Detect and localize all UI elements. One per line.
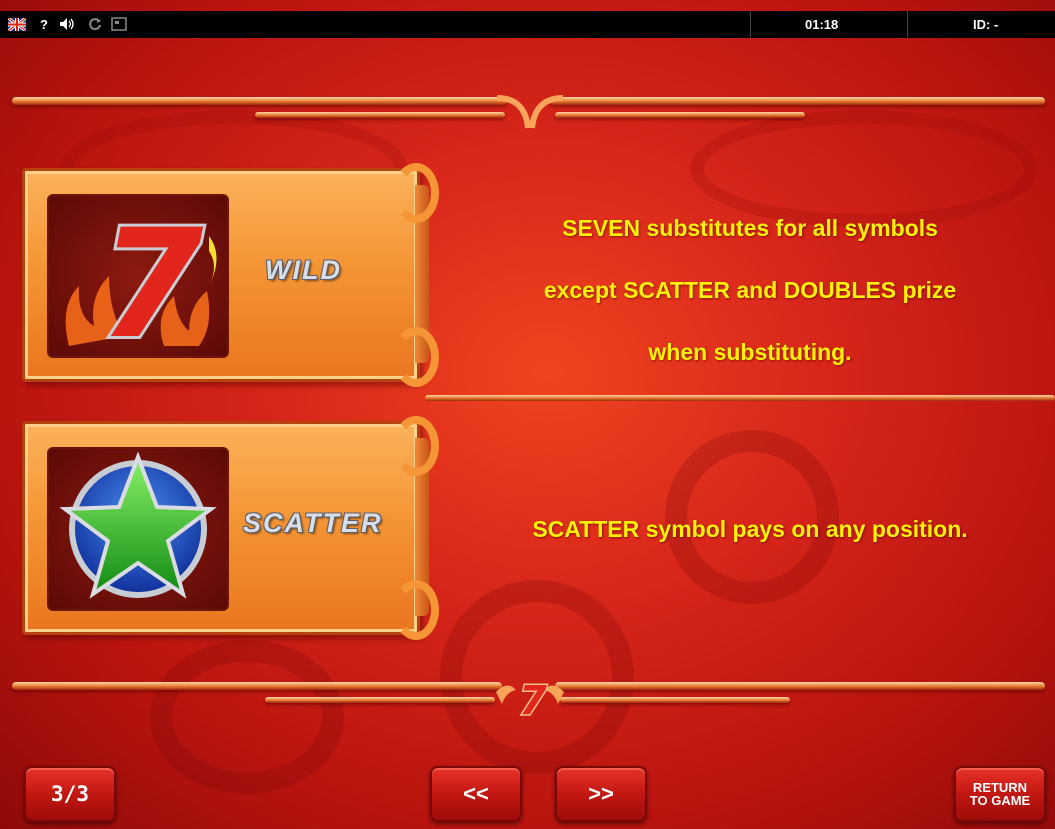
top-ornament-bar-left xyxy=(12,97,507,105)
scatter-symbol-box xyxy=(47,447,229,611)
panel-scroll-hook xyxy=(393,580,439,640)
uk-flag-icon[interactable] xyxy=(8,15,26,33)
reload-icon[interactable] xyxy=(86,15,104,33)
top-ornament-bar-right xyxy=(550,97,1045,105)
panel-scroll-hook xyxy=(393,327,439,387)
panel-scroll-hook xyxy=(393,163,439,223)
scatter-description: SCATTER symbol pays on any position. xyxy=(470,516,1030,543)
top-ornament-bar-inner-right xyxy=(555,112,805,118)
return-to-game-button[interactable]: RETURN TO GAME xyxy=(954,766,1046,822)
bottom-ornament-bar-inner-right xyxy=(560,697,790,703)
wild-description-line: when substituting. xyxy=(648,339,852,365)
wild-label: WILD xyxy=(265,255,342,285)
return-label-line2: TO GAME xyxy=(969,793,1031,808)
bottom-ornament-bar-left xyxy=(12,682,502,690)
scatter-description-line: SCATTER symbol pays on any position. xyxy=(532,516,968,542)
scatter-label: SCATTER xyxy=(243,508,383,538)
seven-icon: 7 xyxy=(65,196,217,356)
session-id-text: ID: - xyxy=(973,17,999,32)
background-car-wheel xyxy=(150,640,344,794)
status-separator xyxy=(907,11,908,38)
page-indicator-button[interactable]: 3/3 xyxy=(24,766,116,822)
wild-description: SEVEN substitutes for all symbols except… xyxy=(470,197,1030,383)
seven-logo-icon: 7 xyxy=(496,677,564,720)
ornament-scroll-icon xyxy=(496,95,564,129)
wild-description-line: SEVEN substitutes for all symbols xyxy=(562,215,938,241)
fullscreen-icon[interactable] xyxy=(110,15,128,33)
speaker-icon[interactable] xyxy=(58,15,76,33)
panel-scroll-hook xyxy=(393,416,439,476)
star-icon xyxy=(59,451,217,599)
next-page-button[interactable]: >> xyxy=(555,766,647,822)
wild-symbol-box: 7 xyxy=(47,194,229,358)
wild-symbol-panel: 7 WILD xyxy=(22,163,439,387)
scatter-symbol-panel: SCATTER xyxy=(22,416,439,640)
svg-text:7: 7 xyxy=(519,678,547,720)
wild-description-line: except SCATTER and DOUBLES prize xyxy=(543,277,957,303)
svg-text:7: 7 xyxy=(99,198,204,356)
status-bar: ? 01:18 ID: - xyxy=(0,11,1055,38)
previous-page-button[interactable]: << xyxy=(430,766,522,822)
top-ornament-bar-inner-left xyxy=(255,112,505,118)
paytable-screen: 7 WILD SCATTER SEVEN substitutes for all… xyxy=(0,0,1055,829)
help-icon[interactable]: ? xyxy=(35,15,53,33)
section-divider xyxy=(425,395,1055,401)
bottom-ornament-bar-inner-left xyxy=(265,697,495,703)
status-separator xyxy=(750,11,751,38)
clock-text: 01:18 xyxy=(805,17,839,32)
bottom-ornament-bar-right xyxy=(555,682,1045,690)
